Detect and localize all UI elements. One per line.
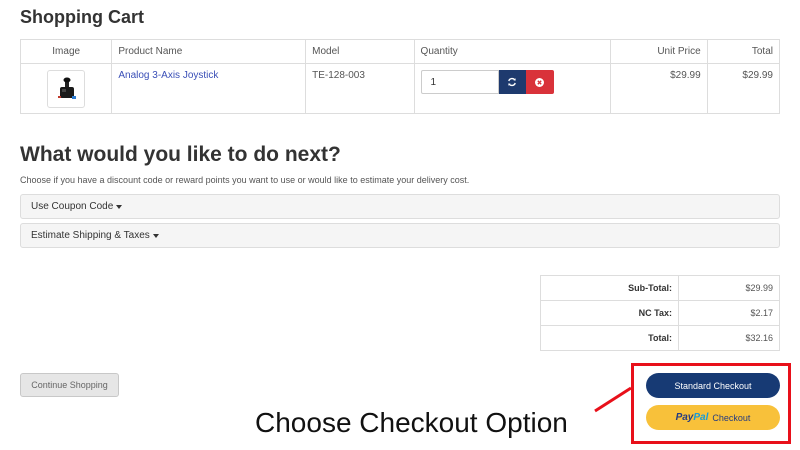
annotation-pointer-line xyxy=(594,386,632,413)
annotation-label: Choose Checkout Option xyxy=(255,407,568,438)
